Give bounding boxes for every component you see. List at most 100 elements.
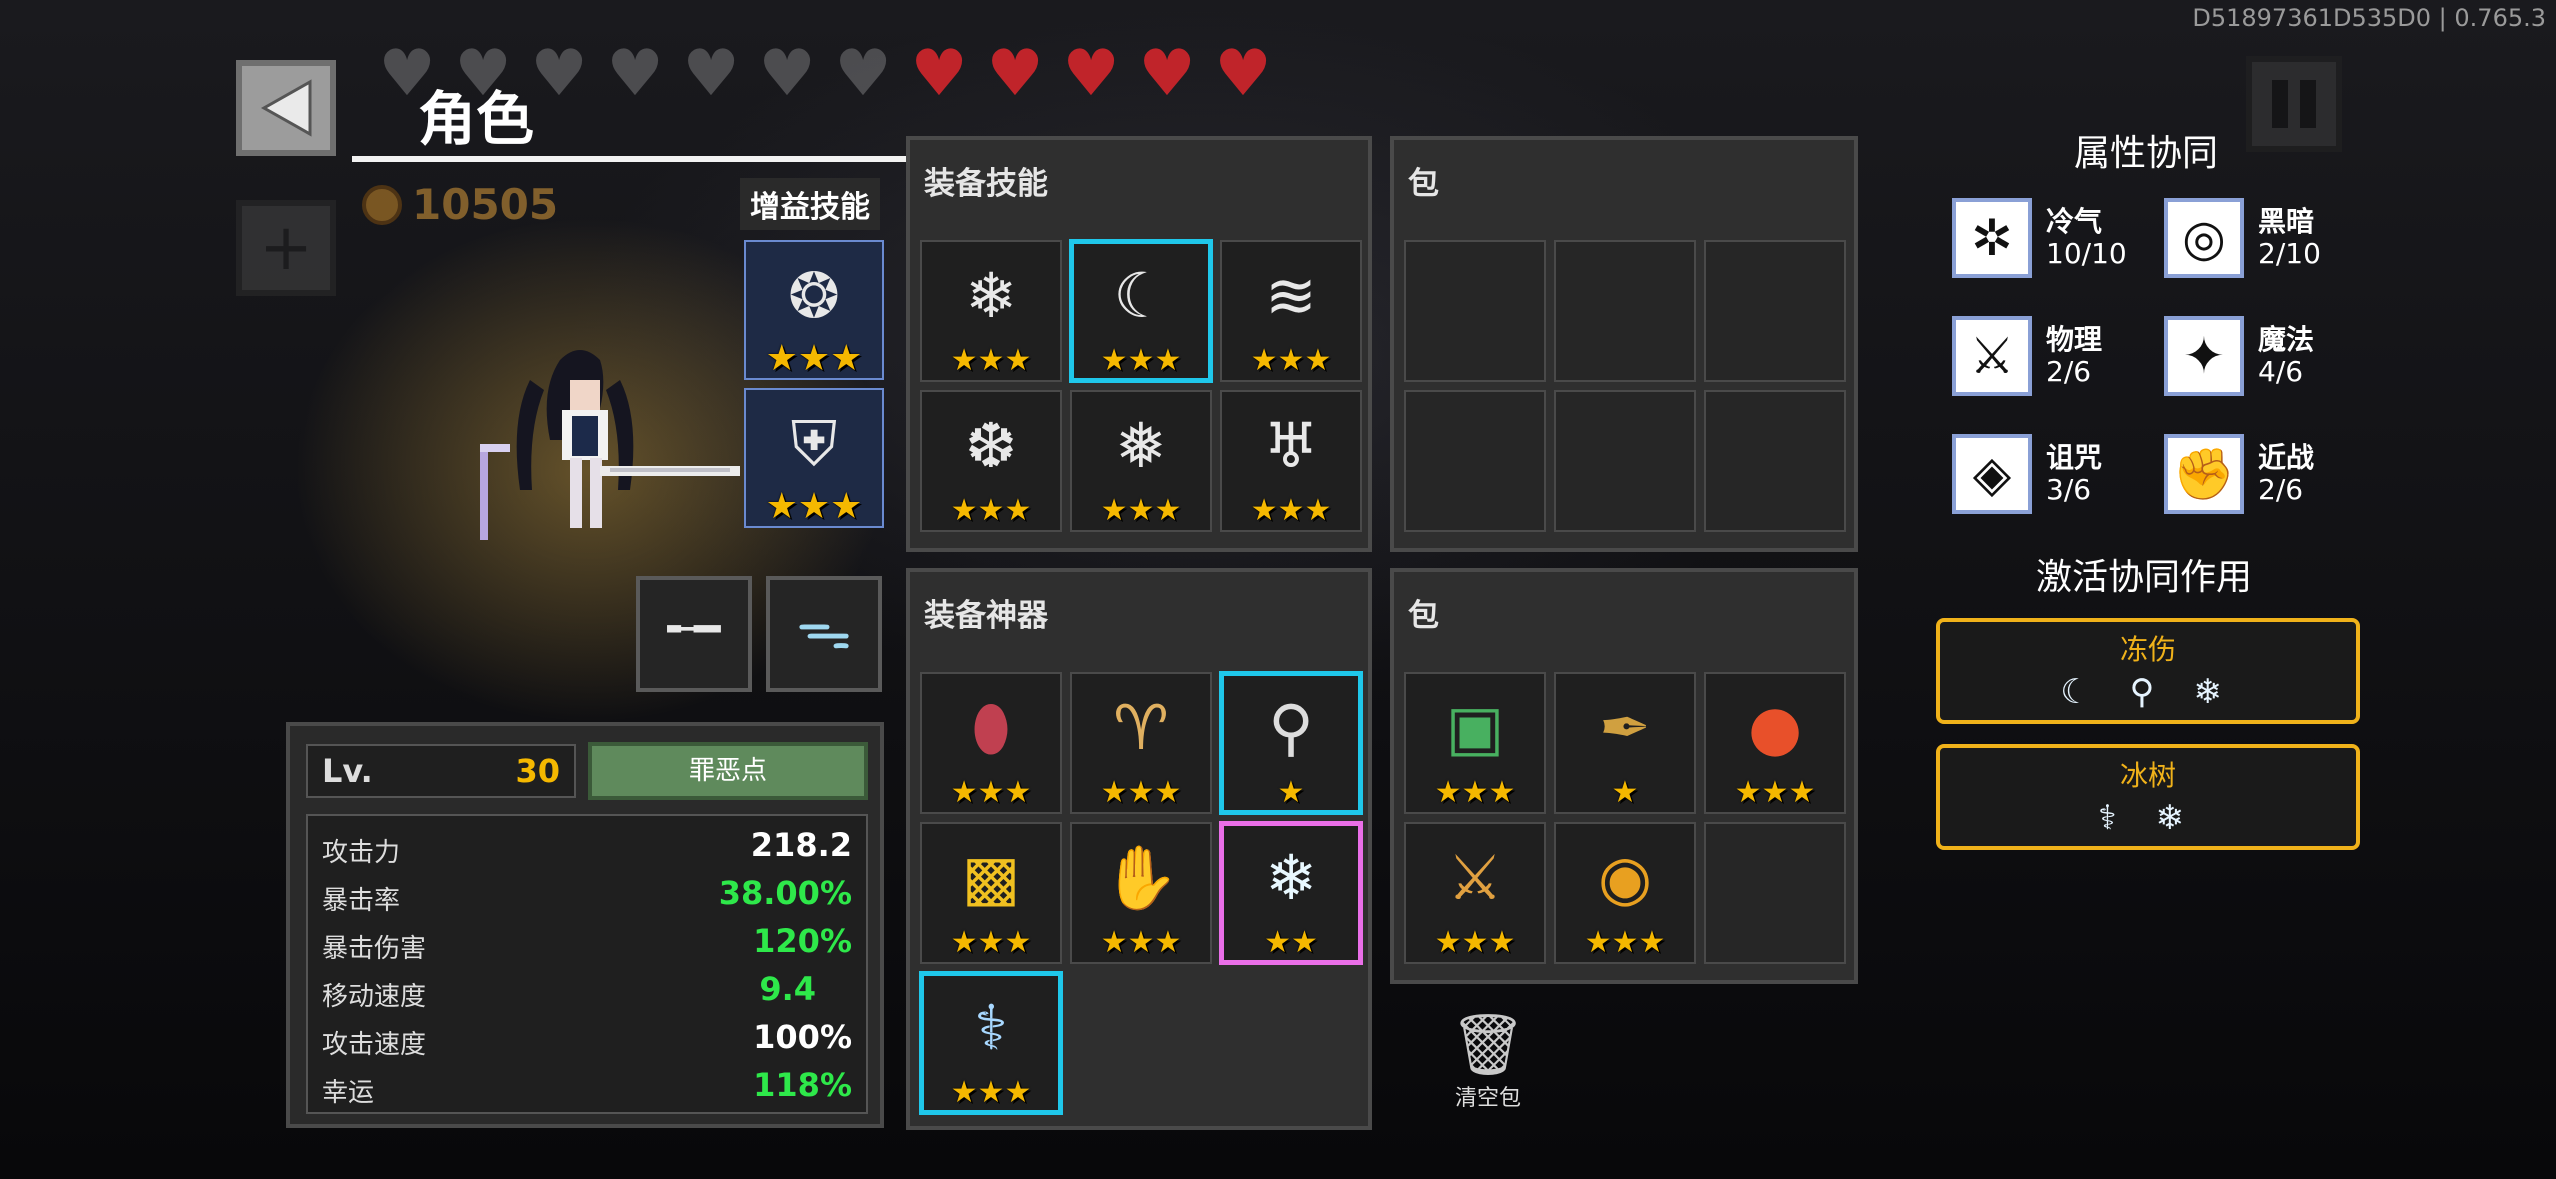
weapon-slot[interactable]: ╾━ [636,576,752,692]
empty-slot[interactable] [1704,240,1846,382]
pen-icon: ✒ [1599,691,1651,764]
empty-slot[interactable] [1704,822,1846,964]
back-button[interactable] [236,60,336,156]
empty-slot[interactable] [1554,240,1696,382]
synergy-curse-eye[interactable]: ◈ 诅咒 3/6 [1952,434,2102,514]
synergy-magic-star[interactable]: ✦ 魔法 4/6 [2164,316,2314,396]
active-synergy-frostbite[interactable]: 冻伤 ☾ ⚲ ❄ [1936,618,2360,724]
artifact-slot[interactable]: ❄ ★★ [1219,821,1363,965]
buff-slot-2[interactable]: ⛨ ★★★ [744,388,884,528]
artifact-slot[interactable]: ⚕ ★★★ [919,971,1063,1115]
star-rating: ★★★ [765,486,863,527]
level-value: 30 [515,752,560,790]
bag-slot[interactable]: ◉ ★★★ [1554,822,1696,964]
stat-row-crit-damage: 暴击伤害 120% [308,918,866,966]
star-rating: ★★★ [950,775,1032,810]
empty-slot[interactable] [1404,390,1546,532]
skill-slot[interactable]: ♅ ★★★ [1220,390,1362,532]
stat-label: 幸运 [322,1078,375,1108]
buff-slot-1[interactable]: ❂ ★★★ [744,240,884,380]
artifact-slot[interactable]: ⚲ ★ [1219,671,1363,815]
heart-full-icon: ♥ [1138,37,1196,111]
synergy-snowflake[interactable]: ✲ 冷气 10/10 [1952,198,2127,278]
version-label: D51897361D535D0 | 0.765.3 [2192,4,2546,32]
artifact-slot[interactable]: ✋ ★★★ [1070,822,1212,964]
bag-slot[interactable]: ● ★★★ [1704,672,1846,814]
synergy-dark-eye[interactable]: ◎ 黑暗 2/10 [2164,198,2321,278]
skill-slot[interactable]: ☾ ★★★ [1069,239,1213,383]
stat-label: 暴击伤害 [322,934,427,964]
equip-skills-panel: 装备技能 ❄ ★★★ ☾ ★★★ ≋ ★★★ ❆ ★★★ ❅ ★★★ ♅ ★★★ [906,136,1372,552]
wind-slash-icon: ≋ [1265,259,1317,332]
star-rating: ★★ [1264,925,1318,960]
golden-sword-icon: ⚔ [1447,841,1503,914]
stat-label: 攻击力 [322,838,401,868]
pet-slot[interactable]: ᯓ [766,576,882,692]
synergy-text: 黑暗 2/10 [2258,206,2321,270]
bag-slot[interactable]: ✒ ★ [1554,672,1696,814]
stat-label: 攻击速度 [322,1030,427,1060]
empty-slot[interactable] [1554,390,1696,532]
star-rating: ★★★ [1434,925,1516,960]
active-synergy-ice-tree[interactable]: 冰树 ⚕ ❄ [1936,744,2360,850]
heart-empty-icon: ♥ [682,37,740,111]
sword-icon: ⚔ [1952,316,2032,396]
star-rating: ★★★ [950,925,1032,960]
coin-amount: 10505 [412,180,559,229]
stat-value: 118% [753,1066,852,1104]
bag-slot[interactable]: ⚔ ★★★ [1404,822,1546,964]
artifact-slot[interactable]: ▩ ★★★ [920,822,1062,964]
synergy-name: 黑暗 [2258,205,2315,238]
gun-icon: ╾━ [667,604,721,655]
add-button[interactable]: + [236,200,336,296]
artifact-slot[interactable]: ⬮ ★★★ [920,672,1062,814]
star-rating: ★ [1277,775,1305,810]
level-label: Lv. [322,752,373,790]
star-rating: ★★★ [1250,493,1332,528]
skill-slot[interactable]: ❄ ★★★ [920,240,1062,382]
clear-bag-label: 清空包 [1454,1086,1521,1111]
synergy-sword[interactable]: ⚔ 物理 2/6 [1952,316,2102,396]
stat-value: 38.00% [718,874,852,912]
stat-value: 9.4 [759,970,816,1008]
star-rating: ★★★ [1434,775,1516,810]
heart-empty-icon: ♥ [758,37,816,111]
synergy-fist[interactable]: ✊ 近战 2/6 [2164,434,2314,514]
synergy-text: 物理 2/6 [2046,324,2102,388]
star-rating: ★★★ [950,493,1032,528]
skill-bag-title: 包 [1408,166,1439,202]
bag-slot[interactable]: ▣ ★★★ [1404,672,1546,814]
fist-icon: ✊ [2164,434,2244,514]
jellyfish-icon: ᯓ [796,597,852,662]
swirl-icon: ❂ [788,259,840,332]
stat-label: 暴击率 [322,886,401,916]
star-rating: ★★★ [950,343,1032,378]
artifact-slot[interactable]: ♈ ★★★ [1070,672,1212,814]
sin-points-button[interactable]: 罪恶点 [588,742,868,800]
star-rating: ★★★ [1100,343,1182,378]
stat-row-attack: 攻击力 218.2 [308,822,866,870]
page-title: 角色 [418,85,535,153]
trash-icon: 🗑 [1449,1010,1527,1080]
empty-slot[interactable] [1404,240,1546,382]
star-rating: ★★★ [1100,775,1182,810]
synergy-count: 2/10 [2258,237,2321,270]
stat-row-luck: 幸运 118% [308,1062,866,1110]
pause-button[interactable] [2246,56,2342,152]
ice-crystal-icon: ❄ [1265,841,1317,914]
synergy-text: 诅咒 3/6 [2046,442,2102,506]
skill-slot[interactable]: ≋ ★★★ [1220,240,1362,382]
character-sprite [470,340,740,560]
skill-slot[interactable]: ❅ ★★★ [1070,390,1212,532]
stat-row-move-speed: 移动速度 9.4 [308,966,866,1014]
active-synergy-title: 激活协同作用 [2036,557,2253,598]
buff-skills-label: 增益技能 [740,178,880,230]
heart-full-icon: ♥ [1062,37,1120,111]
stat-label: 移动速度 [322,982,427,1012]
gold-coin-icon: ◉ [1597,841,1653,914]
empty-slot[interactable] [1704,390,1846,532]
stat-value: 100% [753,1018,852,1056]
clear-bag-button[interactable]: 🗑 清空包 [1438,1010,1538,1112]
skill-slot[interactable]: ❆ ★★★ [920,390,1062,532]
star-rating: ★★★ [1100,493,1182,528]
